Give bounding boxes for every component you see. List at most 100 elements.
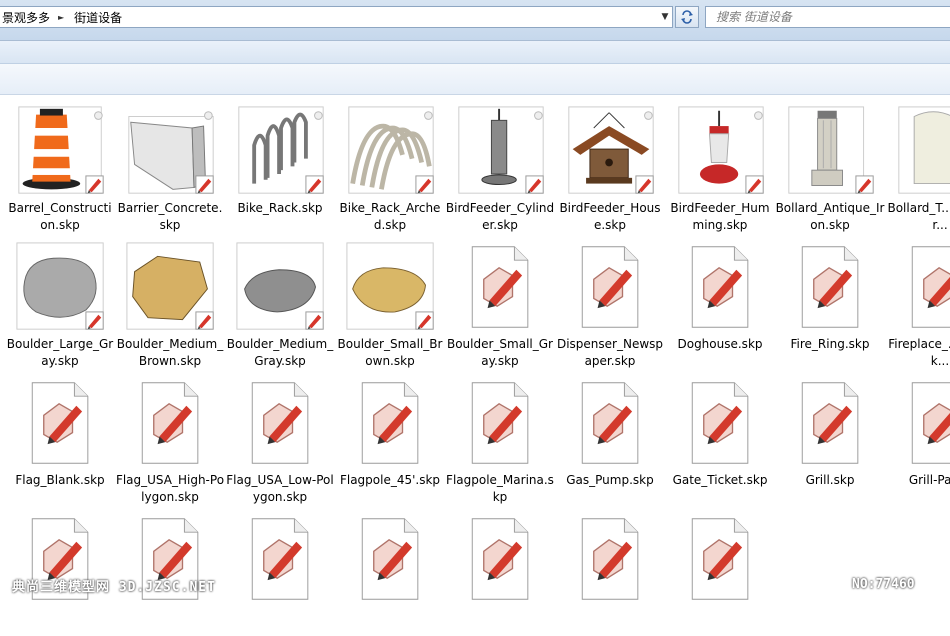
file-name-label: BirdFeeder_House.skp: [559, 201, 661, 232]
file-item-boulder-small-gray-skp[interactable]: Boulder_Small_Gray.skp: [445, 234, 555, 368]
file-item-flag-blank-skp[interactable]: Flag_Blank.skp: [5, 370, 115, 500]
file-item-boulder-small-brown-skp[interactable]: Boulder_Small_Brown.skp: [335, 234, 445, 368]
file-thumbnail: [898, 106, 950, 194]
file-thumbnail: [18, 106, 104, 194]
file-name-label: BirdFeeder_Humming.skp: [670, 201, 770, 232]
file-item-bollard-t-barrier[interactable]: Bollard_T... Barrier...: [885, 98, 950, 232]
skp-file-icon: [471, 518, 529, 600]
file-item-barrier-concrete-skp[interactable]: Barrier_Concrete.skp: [115, 98, 225, 232]
file-thumbnail: [346, 242, 434, 330]
file-name-label: Barrier_Concrete.skp: [117, 201, 223, 232]
file-name-label: Gate_Ticket.skp: [672, 473, 768, 487]
file-item-barrel-construction-skp[interactable]: Barrel_Construction.skp: [5, 98, 115, 232]
file-thumbnail: [126, 242, 214, 330]
file-name-label: Doghouse.skp: [677, 337, 763, 351]
file-name-label: Bike_Rack_Arched.skp: [339, 201, 441, 232]
file-item-fireplace-oor-sk[interactable]: Fireplace_... oor.sk...: [885, 234, 950, 368]
file-name-label: Boulder_Medium_Gray.skp: [226, 337, 334, 368]
file-name-label: Fireplace_... oor.sk...: [888, 337, 950, 368]
file-item-bike-rack-skp[interactable]: Bike_Rack.skp: [225, 98, 335, 228]
skp-file-icon: [691, 246, 749, 328]
file-name-label: Bike_Rack.skp: [237, 201, 323, 215]
file-thumbnail: [458, 106, 544, 194]
skp-file-icon: [251, 518, 309, 600]
file-name-label: Grill-Parl...: [908, 473, 950, 487]
file-item-flagpole-45-skp[interactable]: Flagpole_45'.skp: [335, 370, 445, 500]
details-strip: [0, 64, 950, 95]
skp-file-icon: [361, 518, 419, 600]
file-item-31[interactable]: [445, 506, 555, 636]
skp-file-icon: [141, 382, 199, 464]
file-item-33[interactable]: [665, 506, 775, 636]
skp-file-icon: [581, 382, 639, 464]
file-item-32[interactable]: [555, 506, 665, 636]
search-box[interactable]: [705, 6, 950, 28]
file-item-gas-pump-skp[interactable]: Gas_Pump.skp: [555, 370, 665, 500]
file-thumbnail: [236, 242, 324, 330]
skp-file-icon: [471, 246, 529, 328]
file-name-label: Flagpole_Marina.skp: [446, 473, 554, 504]
file-item-bollard-antique-iron-skp[interactable]: Bollard_Antique_Iron.skp: [775, 98, 885, 232]
file-item-28[interactable]: [115, 506, 225, 636]
file-item-grill-skp[interactable]: Grill.skp: [775, 370, 885, 500]
refresh-icon: [681, 10, 693, 24]
skp-file-icon: [251, 382, 309, 464]
file-name-label: Fire_Ring.skp: [790, 337, 870, 351]
file-item-flag-usa-low-polygon-skp[interactable]: Flag_USA_Low-Polygon.skp: [225, 370, 335, 504]
file-item-bike-rack-arched-skp[interactable]: Bike_Rack_Arched.skp: [335, 98, 445, 232]
file-item-boulder-medium-gray-skp[interactable]: Boulder_Medium_Gray.skp: [225, 234, 335, 368]
file-item-27[interactable]: [5, 506, 115, 636]
file-item-birdfeeder-house-skp[interactable]: BirdFeeder_House.skp: [555, 98, 665, 232]
watermark-id: NO:77460: [852, 577, 915, 592]
breadcrumb-item-current[interactable]: 街道设备: [72, 9, 122, 26]
file-grid: Barrel_Construction.skp Barrier_Concrete.…: [0, 98, 950, 600]
file-name-label: Boulder_Large_Gray.skp: [6, 337, 114, 368]
skp-file-icon: [581, 518, 639, 600]
skp-file-icon: [691, 382, 749, 464]
address-bar[interactable]: 景观多多 ► 街道设备 ▼: [0, 6, 673, 28]
skp-file-icon: [911, 382, 950, 464]
file-item-boulder-medium-brown-skp[interactable]: Boulder_Medium_Brown.skp: [115, 234, 225, 368]
file-thumbnail: [348, 106, 434, 194]
file-thumbnail: [16, 242, 104, 330]
file-item-birdfeeder-humming-skp[interactable]: BirdFeeder_Humming.skp: [665, 98, 775, 232]
file-name-label: Boulder_Small_Brown.skp: [337, 337, 443, 368]
refresh-button[interactable]: [675, 6, 699, 28]
file-item-flagpole-marina-skp[interactable]: Flagpole_Marina.skp: [445, 370, 555, 504]
file-item-doghouse-skp[interactable]: Doghouse.skp: [665, 234, 775, 364]
file-name-label: Gas_Pump.skp: [566, 473, 654, 487]
file-thumbnail: [568, 106, 654, 194]
file-item-grill-parl[interactable]: Grill-Parl...: [885, 370, 950, 500]
file-thumbnail: [678, 106, 764, 194]
file-item-dispenser-newspaper-skp[interactable]: Dispenser_Newspaper.skp: [555, 234, 665, 368]
file-item-29[interactable]: [225, 506, 335, 636]
skp-file-icon: [911, 246, 950, 328]
file-name-label: Flag_USA_High-Polygon.skp: [115, 473, 225, 504]
file-name-label: Barrel_Construction.skp: [8, 201, 112, 232]
search-input[interactable]: [706, 10, 950, 24]
file-item-30[interactable]: [335, 506, 445, 636]
skp-file-icon: [31, 382, 89, 464]
file-thumbnail: [128, 111, 214, 194]
file-name-label: Dispenser_Newspaper.skp: [556, 337, 664, 368]
file-name-label: Bollard_Antique_Iron.skp: [775, 201, 885, 232]
skp-file-icon: [471, 382, 529, 464]
skp-file-icon: [691, 518, 749, 600]
file-name-label: Flag_Blank.skp: [15, 473, 105, 487]
file-name-label: Flag_USA_Low-Polygon.skp: [226, 473, 334, 504]
address-toolbar: 景观多多 ► 街道设备 ▼: [0, 0, 950, 41]
watermark-site: 典尚三维模型网 3D.JZSC.NET: [12, 580, 216, 595]
chevron-right-icon[interactable]: ►: [58, 13, 64, 22]
command-bar: [0, 41, 950, 64]
file-item-gate-ticket-skp[interactable]: Gate_Ticket.skp: [665, 370, 775, 500]
breadcrumb-item-parent[interactable]: 景观多多: [0, 9, 50, 26]
skp-file-icon: [801, 246, 859, 328]
file-item-fire-ring-skp[interactable]: Fire_Ring.skp: [775, 234, 885, 364]
file-name-label: Boulder_Small_Gray.skp: [446, 337, 553, 368]
chevron-down-icon[interactable]: ▼: [658, 7, 672, 27]
file-name-label: BirdFeeder_Cylinder.skp: [445, 201, 555, 232]
file-item-boulder-large-gray-skp[interactable]: Boulder_Large_Gray.skp: [5, 234, 115, 368]
file-item-flag-usa-high-polygon-skp[interactable]: Flag_USA_High-Polygon.skp: [115, 370, 225, 504]
file-item-birdfeeder-cylinder-skp[interactable]: BirdFeeder_Cylinder.skp: [445, 98, 555, 232]
skp-file-icon: [801, 382, 859, 464]
